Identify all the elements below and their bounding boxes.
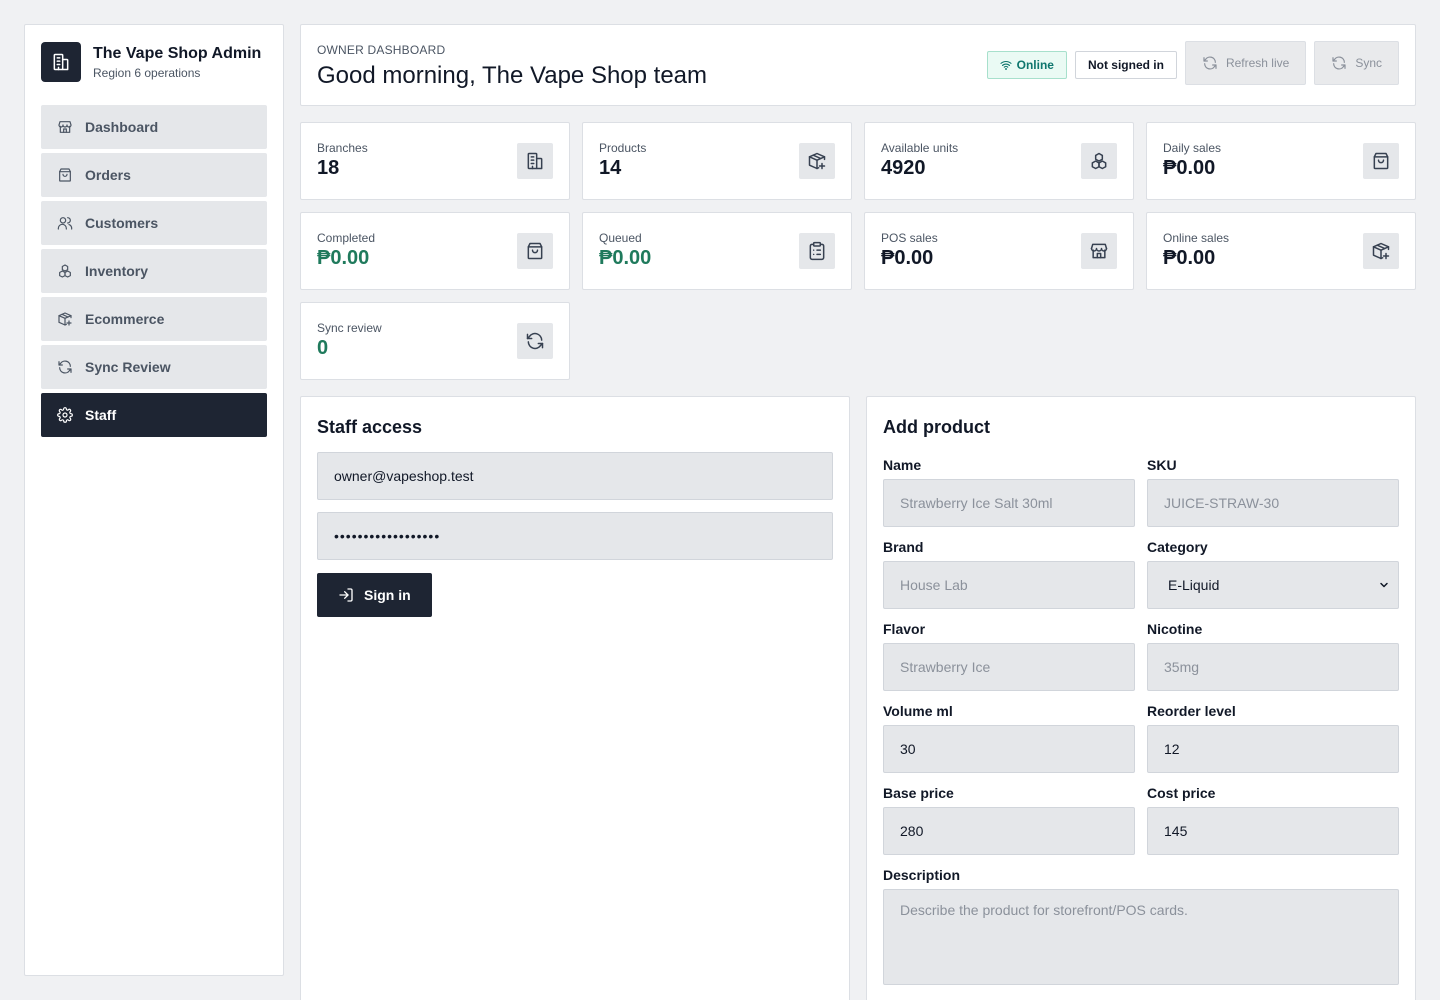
- stat-card-queued: Queued ₱0.00: [582, 212, 852, 290]
- online-status-badge: Online: [986, 51, 1067, 79]
- sidebar-item-orders[interactable]: Orders: [41, 153, 267, 197]
- flavor-input[interactable]: Strawberry Ice: [883, 643, 1135, 691]
- volume-label: Volume ml: [883, 703, 953, 719]
- base-price-input[interactable]: 280: [883, 807, 1135, 855]
- signin-status-badge: Not signed in: [1074, 51, 1177, 79]
- sku-label: SKU: [1147, 457, 1177, 473]
- sign-in-button[interactable]: Sign in: [317, 573, 432, 617]
- stat-card-pos-sales: POS sales ₱0.00: [864, 212, 1134, 290]
- refresh-icon: [57, 359, 73, 375]
- wifi-icon: [1000, 59, 1012, 71]
- brand-input[interactable]: House Lab: [883, 561, 1135, 609]
- description-label: Description: [883, 867, 961, 883]
- name-input[interactable]: Strawberry Ice Salt 30ml: [883, 479, 1135, 527]
- brand-label: Brand: [883, 539, 924, 555]
- category-select[interactable]: E-Liquid: [1147, 561, 1399, 609]
- store-icon: [1081, 233, 1117, 269]
- building-icon: [41, 42, 81, 82]
- volume-input[interactable]: 30: [883, 725, 1135, 773]
- bag-icon: [517, 233, 553, 269]
- refresh-icon: [517, 323, 553, 359]
- online-label: Online: [1016, 58, 1054, 72]
- stat-card-sync-review: Sync review 0: [300, 302, 570, 380]
- staff-access-title: Staff access: [317, 417, 423, 437]
- refresh-live-button[interactable]: Refresh live: [1184, 41, 1307, 85]
- reorder-input[interactable]: 12: [1147, 725, 1399, 773]
- brand-subtitle: Region 6 operations: [93, 66, 201, 80]
- boxes-icon: [57, 263, 73, 279]
- sync-button[interactable]: Sync: [1314, 41, 1399, 85]
- stat-card-products: Products 14: [582, 122, 852, 200]
- stat-card-online-sales: Online sales ₱0.00: [1146, 212, 1416, 290]
- stat-card-completed: Completed ₱0.00: [300, 212, 570, 290]
- package-plus-icon: [799, 143, 835, 179]
- flavor-label: Flavor: [883, 621, 926, 637]
- sidebar-item-label: Customers: [85, 215, 159, 231]
- description-textarea[interactable]: Describe the product for storefront/POS …: [883, 889, 1399, 985]
- add-product-panel: Add product Name Strawberry Ice Salt 30m…: [866, 396, 1416, 1000]
- sidebar-item-ecommerce[interactable]: Ecommerce: [41, 297, 267, 341]
- dashboard-header: OWNER DASHBOARD Good morning, The Vape S…: [300, 24, 1416, 106]
- password-field[interactable]: ••••••••••••••••••: [317, 512, 833, 560]
- refresh-icon: [1331, 55, 1347, 71]
- sidebar-item-sync-review[interactable]: Sync Review: [41, 345, 267, 389]
- sidebar-item-label: Inventory: [85, 263, 149, 279]
- cost-price-input[interactable]: 145: [1147, 807, 1399, 855]
- staff-access-panel: Staff access owner@vapeshop.test •••••••…: [300, 396, 850, 1000]
- sidebar-item-label: Ecommerce: [85, 311, 165, 327]
- sidebar-item-label: Dashboard: [85, 119, 159, 135]
- sidebar-item-label: Orders: [85, 167, 131, 183]
- reorder-label: Reorder level: [1147, 703, 1236, 719]
- clipboard-icon: [799, 233, 835, 269]
- name-label: Name: [883, 457, 922, 473]
- chevron-down-icon: [1378, 579, 1390, 591]
- sidebar-item-customers[interactable]: Customers: [41, 201, 267, 245]
- sidebar-item-inventory[interactable]: Inventory: [41, 249, 267, 293]
- building-icon: [517, 143, 553, 179]
- description-placeholder: Describe the product for storefront/POS …: [900, 902, 1188, 918]
- brand-title: The Vape Shop Admin: [93, 45, 262, 62]
- sidebar-item-label: Sync Review: [85, 359, 171, 375]
- sku-input[interactable]: JUICE-STRAW-30: [1147, 479, 1399, 527]
- product-form: Name Strawberry Ice Salt 30ml SKU JUICE-…: [883, 457, 1399, 985]
- refresh-icon: [1202, 55, 1218, 71]
- gear-icon: [57, 407, 73, 423]
- email-field[interactable]: owner@vapeshop.test: [317, 452, 833, 500]
- stat-card-available-units: Available units 4920: [864, 122, 1134, 200]
- log-in-icon: [338, 587, 354, 603]
- package-plus-icon: [1363, 233, 1399, 269]
- bag-icon: [57, 167, 73, 183]
- add-product-title: Add product: [883, 417, 990, 437]
- nicotine-label: Nicotine: [1147, 621, 1203, 637]
- brand: The Vape Shop Admin Region 6 operations: [41, 41, 267, 83]
- bag-icon: [1363, 143, 1399, 179]
- sidebar-item-dashboard[interactable]: Dashboard: [41, 105, 267, 149]
- sign-in-label: Sign in: [364, 587, 411, 603]
- sidebar-item-label: Staff: [85, 407, 117, 423]
- category-label: Category: [1147, 539, 1208, 555]
- package-plus-icon: [57, 311, 73, 327]
- sidebar: The Vape Shop Admin Region 6 operations …: [24, 24, 284, 976]
- stat-card-daily-sales: Daily sales ₱0.00: [1146, 122, 1416, 200]
- boxes-icon: [1081, 143, 1117, 179]
- cost-price-label: Cost price: [1147, 785, 1216, 801]
- category-value: E-Liquid: [1168, 577, 1220, 593]
- base-price-label: Base price: [883, 785, 954, 801]
- store-icon: [57, 119, 73, 135]
- nicotine-input[interactable]: 35mg: [1147, 643, 1399, 691]
- refresh-live-label: Refresh live: [1225, 56, 1290, 70]
- sidebar-item-staff[interactable]: Staff: [41, 393, 267, 437]
- sync-label: Sync: [1355, 56, 1382, 70]
- header-actions: Online Not signed in Refresh live Sync: [986, 41, 1399, 85]
- stat-card-branches: Branches 18: [300, 122, 570, 200]
- users-icon: [57, 215, 73, 231]
